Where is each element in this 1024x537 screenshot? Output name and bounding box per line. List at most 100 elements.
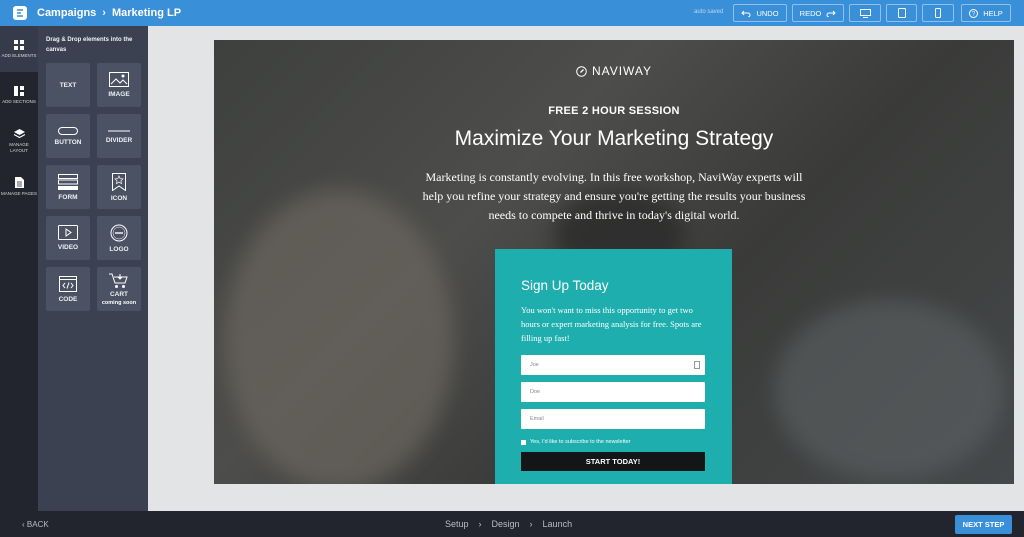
rail-label: MANAGE LAYOUT	[9, 141, 29, 153]
signup-form: Sign Up Today You won't want to miss thi…	[495, 249, 732, 484]
background-photo-laptop	[774, 300, 1004, 480]
email-field[interactable]: Email	[521, 409, 705, 429]
tablet-view-button[interactable]	[886, 4, 917, 22]
back-label: BACK	[26, 520, 49, 529]
layers-icon	[13, 128, 25, 138]
element-divider[interactable]: DIVIDER	[97, 114, 141, 158]
rail-add-sections[interactable]: ADD SECTIONS	[0, 72, 38, 118]
logo-icon	[110, 224, 128, 241]
bottom-bar: ‹ BACK Setup › Design › Launch NEXT STEP	[0, 511, 1024, 537]
newsletter-label: Yes, I'd like to subscribe to the newsle…	[530, 439, 631, 445]
step-progress: Setup › Design › Launch	[445, 519, 572, 529]
element-label: CART	[109, 290, 129, 298]
chevron-right-icon: ›	[529, 519, 533, 529]
help-button[interactable]: ? HELP	[961, 4, 1011, 22]
rail-manage-pages[interactable]: MANAGE PAGES	[0, 164, 38, 210]
element-label: TEXT	[59, 81, 77, 89]
hero-headline: Maximize Your Marketing Strategy	[454, 127, 774, 150]
element-label: VIDEO	[57, 244, 79, 251]
element-label: DIVIDER	[105, 136, 133, 144]
compass-icon	[576, 65, 587, 77]
cart-icon	[109, 273, 128, 288]
brand-logo: NAVIWAY	[214, 64, 1014, 78]
left-rail: ADD ELEMENTS ADD SECTIONS MANAGE LAYOUT …	[0, 26, 38, 511]
hero-lead: Marketing is constantly evolving. In thi…	[422, 170, 806, 222]
undo-icon	[741, 10, 751, 17]
last-name-field[interactable]: Doe	[521, 382, 705, 402]
page-canvas[interactable]: NAVIWAY FREE 2 HOUR SESSION Maximize You…	[214, 40, 1014, 484]
form-icon	[58, 173, 78, 190]
divider-icon	[108, 130, 130, 131]
element-label: CODE	[58, 295, 78, 303]
rail-label: ADD ELEMENTS	[1, 52, 37, 58]
sections-icon	[14, 85, 24, 96]
redo-button[interactable]: REDO	[792, 4, 844, 22]
step-design[interactable]: Design	[492, 519, 520, 529]
rail-add-elements[interactable]: ADD ELEMENTS	[0, 26, 38, 72]
tablet-icon	[897, 8, 906, 18]
top-bar: Campaigns › Marketing LP auto saved UNDO…	[0, 0, 1024, 26]
redo-label: REDO	[799, 8, 822, 18]
chevron-left-icon: ‹	[22, 520, 25, 529]
mobile-icon	[935, 8, 941, 18]
undo-button[interactable]: UNDO	[733, 4, 787, 22]
last-name-value: Doe	[530, 389, 541, 395]
newsletter-row: Yes, I'd like to subscribe to the newsle…	[521, 439, 706, 445]
redo-icon	[826, 10, 837, 17]
rail-manage-layout[interactable]: MANAGE LAYOUT	[0, 118, 38, 164]
panel-title: Drag & Drop elements into the canvas	[46, 37, 133, 53]
form-title: Sign Up Today	[521, 278, 609, 293]
star-bookmark-icon	[112, 172, 126, 191]
element-text[interactable]: TEXT	[46, 63, 90, 107]
element-form[interactable]: FORM	[46, 165, 90, 209]
page-icon	[14, 177, 24, 188]
app-logo-icon[interactable]	[11, 4, 29, 22]
first-name-value: Joe	[530, 362, 539, 368]
hero-eyebrow: FREE 2 HOUR SESSION	[548, 105, 680, 117]
form-description: You won't want to miss this opportunity …	[521, 305, 702, 343]
save-status: auto saved	[694, 9, 724, 15]
rail-label: MANAGE PAGES	[1, 191, 37, 196]
code-icon	[59, 275, 77, 292]
chevron-right-icon: ›	[478, 519, 482, 529]
element-logo[interactable]: LOGO	[97, 216, 141, 260]
first-name-field[interactable]: Joe	[521, 355, 705, 375]
help-icon: ?	[969, 8, 979, 18]
newsletter-checkbox[interactable]	[521, 439, 526, 445]
button-icon	[58, 126, 78, 135]
next-step-button[interactable]: NEXT STEP	[955, 515, 1012, 534]
rail-label: ADD SECTIONS	[2, 98, 36, 104]
step-setup[interactable]: Setup	[445, 519, 469, 529]
elements-panel: Drag & Drop elements into the canvas TEX…	[38, 26, 148, 511]
element-label: IMAGE	[108, 91, 130, 98]
breadcrumb: Campaigns › Marketing LP	[37, 7, 181, 19]
image-icon	[109, 72, 129, 87]
background-photo-brushes	[224, 190, 454, 484]
element-label: ICON	[110, 194, 128, 202]
help-label: HELP	[983, 8, 1003, 18]
desktop-view-button[interactable]	[849, 4, 881, 22]
element-label: LOGO	[109, 245, 129, 253]
brand-name: NAVIWAY	[591, 64, 653, 78]
element-code[interactable]: CODE	[46, 267, 90, 311]
video-icon	[58, 225, 78, 240]
element-cart[interactable]: CART coming soon	[97, 267, 141, 311]
breadcrumb-current: Marketing LP	[111, 7, 182, 19]
coming-soon-badge: coming soon	[101, 299, 137, 306]
chevron-right-icon: ›	[102, 7, 106, 19]
email-placeholder: Email	[530, 416, 544, 422]
element-label: BUTTON	[54, 138, 82, 146]
mobile-view-button[interactable]	[922, 4, 954, 22]
desktop-icon	[859, 8, 871, 18]
element-image[interactable]: IMAGE	[97, 63, 141, 107]
undo-label: UNDO	[756, 8, 779, 18]
step-launch[interactable]: Launch	[543, 519, 573, 529]
element-icon[interactable]: ICON	[97, 165, 141, 209]
element-button[interactable]: BUTTON	[46, 114, 90, 158]
back-button[interactable]: ‹ BACK	[22, 520, 49, 529]
breadcrumb-campaigns[interactable]: Campaigns	[37, 7, 96, 19]
element-label: FORM	[58, 193, 78, 201]
start-today-button[interactable]: START TODAY!	[521, 452, 705, 471]
grid-icon	[14, 39, 24, 50]
element-video[interactable]: VIDEO	[46, 216, 90, 260]
